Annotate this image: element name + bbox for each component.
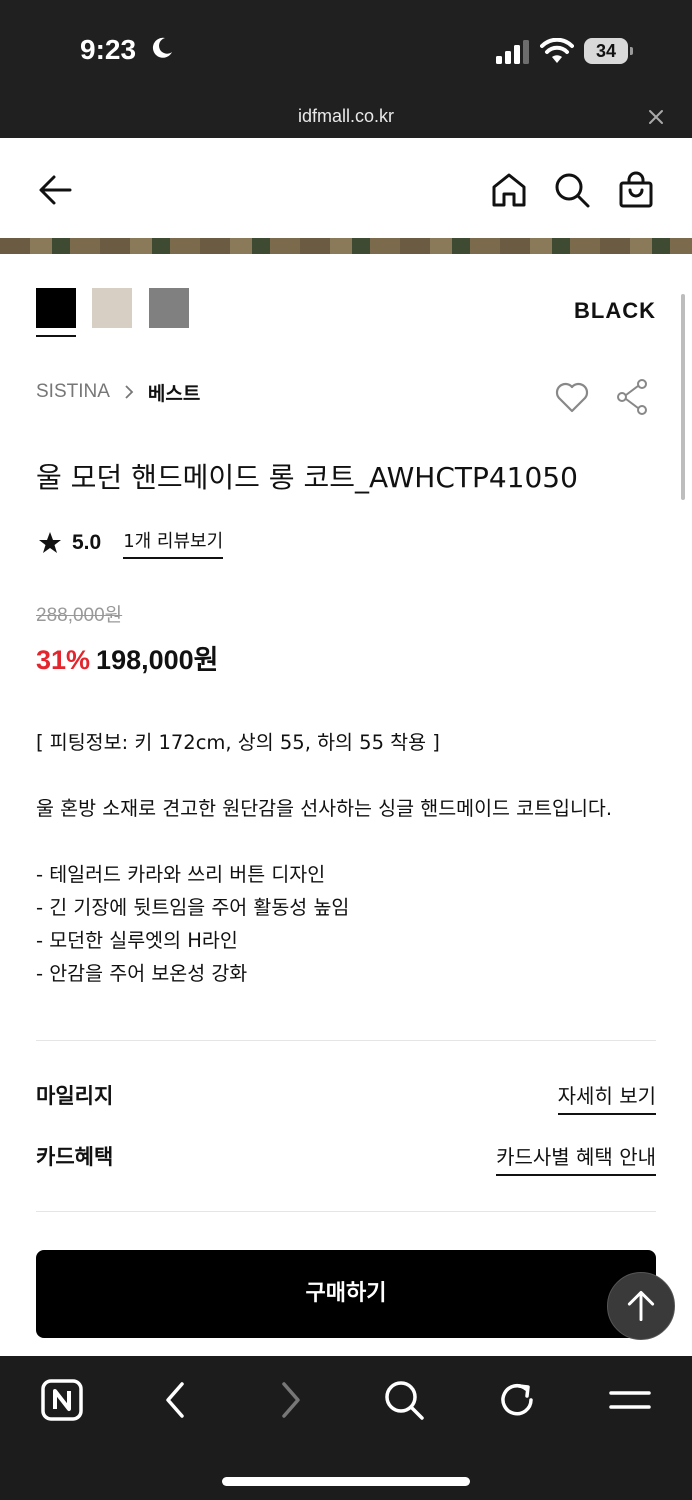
price-row: 31% 198,000원: [36, 638, 219, 677]
status-bar: 9:23 34: [0, 0, 692, 100]
back-arrow-icon[interactable]: [36, 170, 76, 210]
heart-icon[interactable]: [554, 380, 590, 414]
menu-icon[interactable]: [608, 1378, 652, 1422]
search-icon[interactable]: [552, 170, 592, 210]
star-icon: [39, 532, 61, 553]
chevron-right-icon: [125, 385, 134, 399]
selected-color-name: BLACK: [574, 298, 656, 323]
home-indicator[interactable]: [222, 1477, 470, 1486]
color-swatch-black[interactable]: [36, 288, 76, 337]
battery-level: 34: [584, 38, 628, 64]
mileage-label: 마일리지: [36, 1084, 114, 1108]
browser-url-bar[interactable]: idfmall.co.kr: [0, 100, 692, 138]
page-scrollbar[interactable]: [681, 294, 685, 500]
product-image-edge: [0, 238, 692, 254]
description-bullet: - 긴 기장에 뒷트임을 주어 활동성 높임: [36, 896, 350, 919]
mileage-detail-link[interactable]: 자세히 보기: [557, 1080, 656, 1115]
rating-score: 5.0: [72, 531, 102, 554]
scroll-to-top-button[interactable]: [607, 1272, 675, 1340]
reload-icon[interactable]: [495, 1378, 539, 1422]
forward-icon[interactable]: [268, 1378, 312, 1422]
fitting-info: [ 피팅정보: 키 172cm, 상의 55, 하의 55 착용 ]: [36, 731, 440, 754]
back-icon[interactable]: [154, 1378, 198, 1422]
card-benefit-row: 카드혜택 카드사별 혜택 안내: [36, 1139, 656, 1176]
card-benefit-link[interactable]: 카드사별 혜택 안내: [496, 1141, 656, 1176]
divider: [36, 1040, 656, 1041]
share-icon[interactable]: [614, 378, 650, 416]
description-summary: 울 혼방 소재로 견고한 원단감을 선사하는 싱글 핸드메이드 코트입니다.: [36, 797, 613, 820]
mileage-row: 마일리지 자세히 보기: [36, 1078, 656, 1115]
discount-rate: 31%: [36, 645, 91, 675]
site-header: [0, 138, 692, 238]
description-bullet: - 안감을 주어 보온성 강화: [36, 962, 248, 985]
rating-row: 5.0 1개 리뷰보기: [38, 527, 224, 559]
search-icon[interactable]: [382, 1378, 426, 1422]
color-swatch-beige[interactable]: [92, 288, 132, 328]
review-link[interactable]: 1개 리뷰보기: [123, 527, 224, 559]
product-title: 울 모던 핸드메이드 롱 코트_AWHCTP41050: [36, 461, 578, 494]
cellular-signal-icon: [496, 40, 529, 64]
description-bullet: - 모던한 실루엣의 H라인: [36, 929, 238, 952]
card-benefit-label: 카드혜택: [36, 1145, 114, 1169]
home-icon[interactable]: [489, 170, 529, 210]
arrow-up-icon: [627, 1290, 655, 1322]
product-description: [ 피팅정보: 키 172cm, 상의 55, 하의 55 착용 ] 울 혼방 …: [36, 726, 666, 990]
shopping-bag-icon[interactable]: [616, 170, 656, 210]
original-price: 288,000원: [36, 605, 123, 626]
breadcrumb-category[interactable]: 베스트: [148, 379, 200, 406]
url-text[interactable]: idfmall.co.kr: [0, 106, 692, 127]
description-bullet: - 테일러드 카라와 쓰리 버튼 디자인: [36, 863, 326, 886]
moon-icon: [152, 37, 172, 58]
buy-button[interactable]: 구매하기: [36, 1250, 656, 1338]
sale-price: 198,000원: [96, 645, 219, 675]
battery-icon: 34: [584, 38, 634, 64]
status-time: 9:23: [80, 34, 137, 65]
divider: [36, 1211, 656, 1212]
close-icon[interactable]: [648, 109, 664, 125]
breadcrumb-brand[interactable]: SISTINA: [36, 381, 110, 403]
naver-n-icon[interactable]: [40, 1378, 84, 1422]
wifi-icon: [540, 38, 574, 63]
breadcrumb: SISTINA 베스트: [36, 378, 200, 406]
color-swatch-gray[interactable]: [149, 288, 189, 328]
